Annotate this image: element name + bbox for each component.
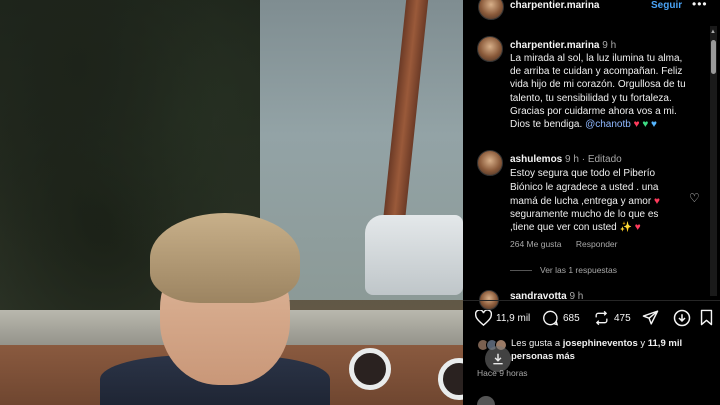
liked-by-connector: y xyxy=(640,338,646,349)
bookmark-icon[interactable] xyxy=(699,309,714,331)
pink-heart-icon: ♥ xyxy=(634,222,641,233)
comment-actions: 264 Me gusta Responder xyxy=(510,239,617,249)
mention-link[interactable]: @chanotb xyxy=(585,119,631,130)
heart-emojis: ♥ ♥ ♥ xyxy=(634,119,657,130)
follow-button[interactable]: Seguir xyxy=(651,0,682,11)
comment-bubble-icon[interactable] xyxy=(542,310,559,326)
caption-comment: charpentier.marina 9 h La mirada al sol,… xyxy=(463,36,708,136)
comment-line-hearts: mamá de lucha ,entrega y amor ♥ xyxy=(510,195,660,209)
comment-line: seguramente mucho de lo que es xyxy=(510,209,659,220)
repost-action[interactable]: 475 xyxy=(593,310,631,326)
reposts-count[interactable]: 475 xyxy=(614,313,631,324)
share-icon[interactable] xyxy=(642,309,659,331)
comment-like-heart-icon[interactable]: ♡ xyxy=(689,191,700,205)
comment-text: mamá de lucha ,entrega y amor xyxy=(510,196,652,207)
comment-line: de arriba te cuidan y acompañan. Feliz xyxy=(510,66,683,77)
comment-text: ,tiene que ver con usted xyxy=(510,222,617,233)
liked-by-user[interactable]: josephineventos xyxy=(563,338,638,349)
current-user-avatar xyxy=(477,396,495,405)
actions-divider xyxy=(463,300,720,301)
scrollbar-thumb[interactable] xyxy=(711,40,716,74)
more-options-icon[interactable]: ••• xyxy=(692,0,708,11)
heart-icon[interactable] xyxy=(475,310,492,326)
comment-line: vida hijo de mi corazón. Orgullosa de tu xyxy=(510,79,686,90)
blue-heart-icon: ♥ xyxy=(651,119,657,130)
comment-time: 9 h · Editado xyxy=(565,154,622,165)
liked-by-prefix: Les gusta a xyxy=(511,338,561,349)
liked-by-suffix[interactable]: personas más xyxy=(511,351,575,362)
comment-item: ashulemos 9 h · Editado Estoy segura que… xyxy=(463,150,708,275)
post-header: charpentier.marina Seguir ••• xyxy=(463,0,720,20)
sparkles-icon: ✨ xyxy=(619,222,632,233)
comment-line: Biónico le agradece a usted . una xyxy=(510,182,659,193)
replies-divider xyxy=(510,270,532,272)
comment-line: Gracias por cuidarme ahora vos a mi. xyxy=(510,106,677,117)
comment-action[interactable]: 685 xyxy=(542,310,580,326)
comment-line-last: Dios te bendiga. @chanotb ♥ ♥ ♥ xyxy=(510,118,657,132)
scroll-up-arrow-icon[interactable]: ▲ xyxy=(710,29,716,35)
commenter-username[interactable]: ashulemos xyxy=(510,154,562,165)
post-side-panel: charpentier.marina Seguir ••• ▲ charpent… xyxy=(463,0,720,405)
photo-stroller-wheel xyxy=(349,348,391,390)
comment-text: Dios te bendiga. xyxy=(510,119,583,130)
see-replies-label[interactable]: Ver las 1 respuestas xyxy=(540,265,617,275)
post-time-ago: Hace 9 horas xyxy=(477,368,528,378)
post-actions-bar: 11,9 mil 685 475 xyxy=(463,308,720,330)
download-icon[interactable] xyxy=(491,352,505,366)
comment-likes-count[interactable]: 264 Me gusta xyxy=(510,239,562,249)
photo-child-hair xyxy=(150,213,300,303)
author-username[interactable]: charpentier.marina xyxy=(510,0,599,11)
red-heart-icon: ♥ xyxy=(633,119,640,130)
comment-line: talento, tu sensibilidad y tu fortaleza. xyxy=(510,93,672,104)
commenter-avatar[interactable] xyxy=(477,150,503,176)
red-heart-icon: ♥ xyxy=(653,196,660,207)
commenter-avatar[interactable] xyxy=(477,36,503,62)
photo-stroller xyxy=(365,215,463,295)
comment-header: ashulemos 9 h · Editado xyxy=(510,154,622,165)
comment-time: 9 h xyxy=(602,40,617,51)
reply-button[interactable]: Responder xyxy=(576,239,618,249)
comment-line: Estoy segura que todo el Piberío xyxy=(510,168,656,179)
liked-by-text: Les gusta a josephineventos y 11,9 mil p… xyxy=(511,337,716,363)
likes-count[interactable]: 11,9 mil xyxy=(496,313,530,324)
download-circle-icon[interactable] xyxy=(673,309,691,332)
comments-count[interactable]: 685 xyxy=(563,313,580,324)
author-avatar[interactable] xyxy=(478,0,504,20)
comment-line-emoji: ,tiene que ver con usted ✨ ♥ xyxy=(510,221,641,235)
repost-icon[interactable] xyxy=(593,310,610,326)
comment-header: charpentier.marina 9 h xyxy=(510,40,616,51)
comment-item: sandravotta 9 h xyxy=(463,288,708,310)
see-replies-link[interactable]: Ver las 1 respuestas xyxy=(510,265,617,275)
green-heart-icon: ♥ xyxy=(642,119,649,130)
commenter-username[interactable]: charpentier.marina xyxy=(510,40,599,51)
liked-by-count[interactable]: 11,9 mil xyxy=(648,338,682,349)
post-photo[interactable] xyxy=(0,0,463,405)
comment-line: La mirada al sol, la luz ilumina tu alma… xyxy=(510,53,683,64)
like-action[interactable]: 11,9 mil xyxy=(475,310,530,326)
